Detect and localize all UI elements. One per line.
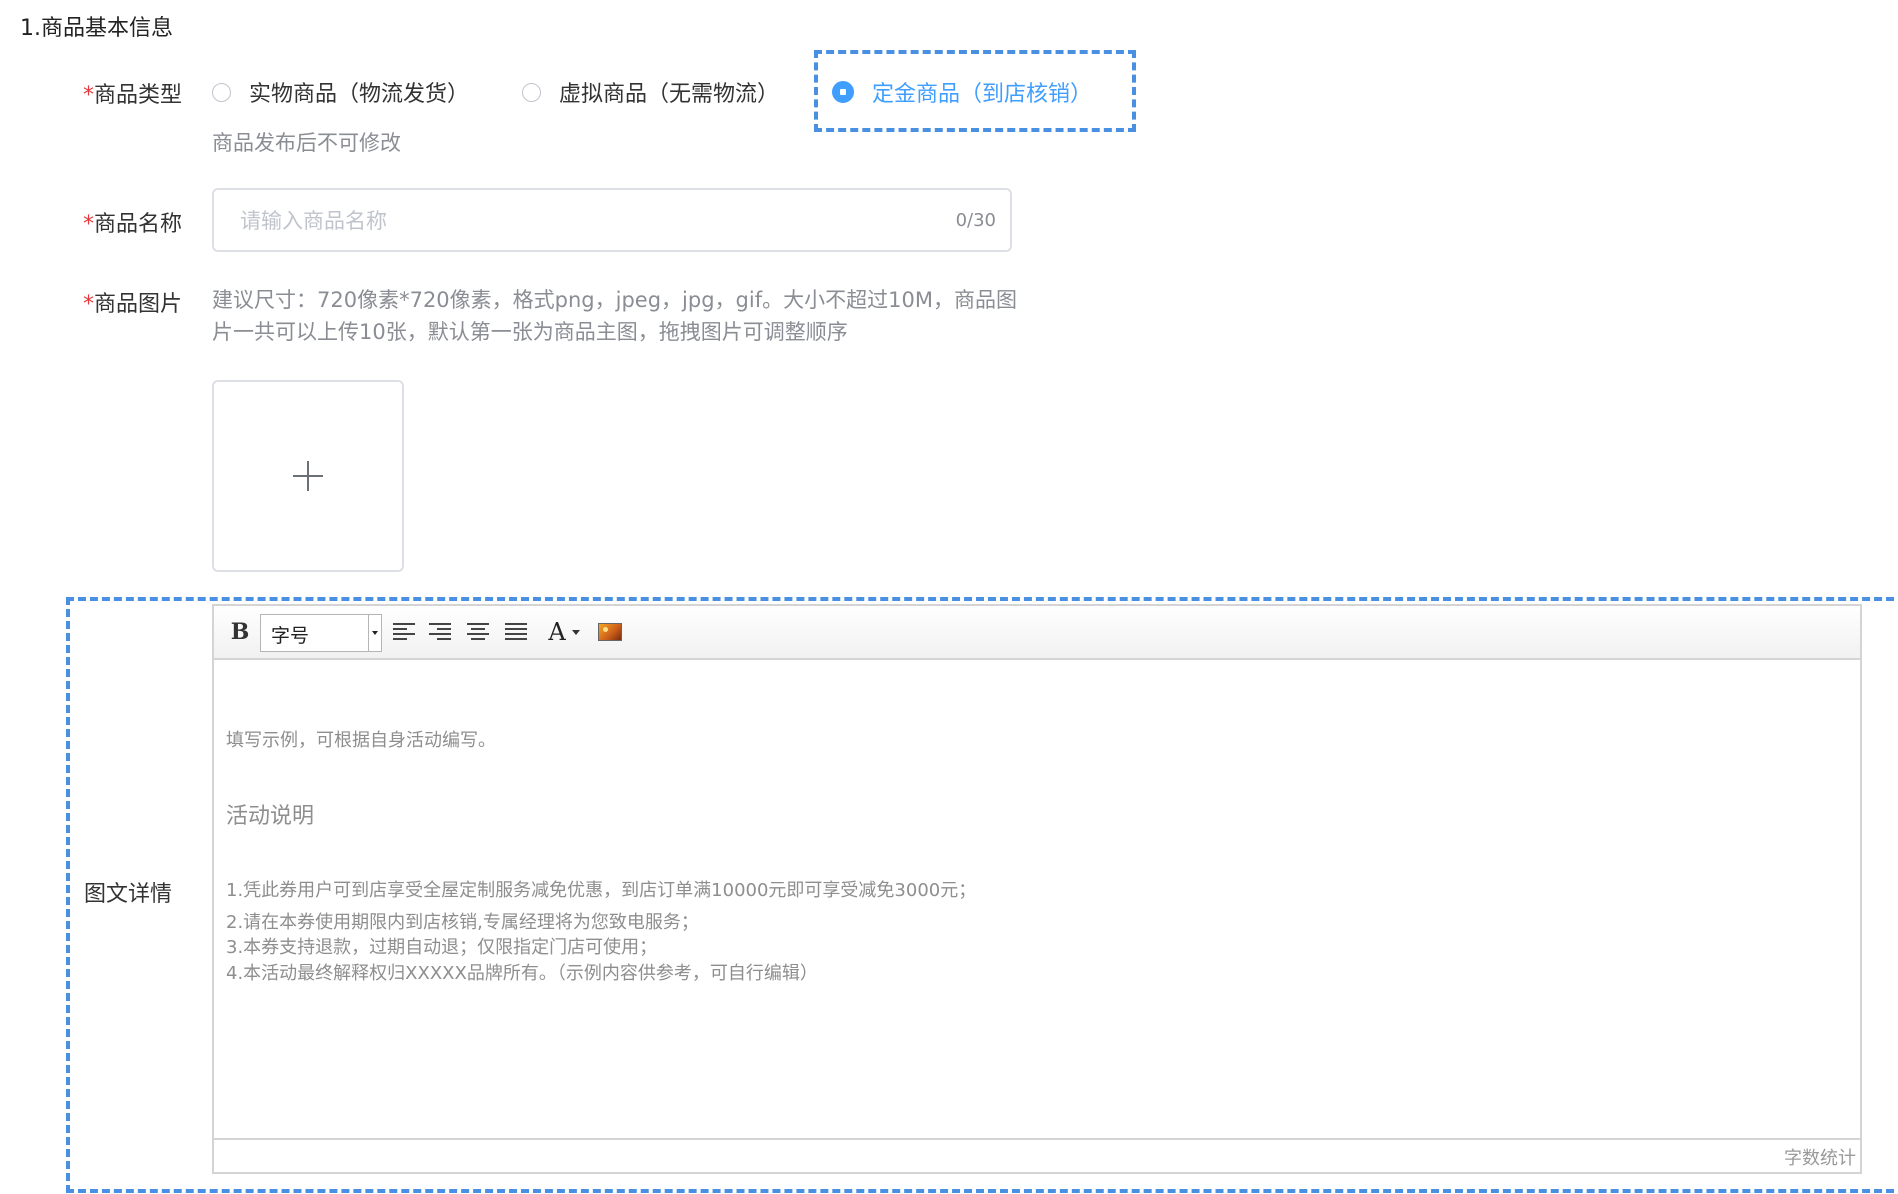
align-right-icon [429, 622, 451, 642]
image-upload-button[interactable] [212, 380, 404, 572]
font-size-select-label: 字号 [271, 625, 310, 647]
bold-icon: B [230, 619, 250, 645]
product-name-input[interactable] [238, 190, 882, 252]
radio-circle-icon [522, 82, 541, 102]
align-left-button[interactable] [390, 617, 418, 647]
editor-intro-text: 填写示例，可根据自身活动编写。 [226, 730, 496, 751]
editor-item: 1.凭此券用户可到店享受全屋定制服务减免优惠，到店订单满10000元即可享受减免… [226, 880, 977, 901]
section-title: 1.商品基本信息 [20, 16, 173, 41]
required-mark: * [83, 212, 94, 237]
radio-checked-icon [832, 81, 854, 103]
align-center-icon [467, 622, 489, 642]
insert-image-icon [598, 623, 622, 641]
radio-physical-goods[interactable]: 实物商品（物流发货） [212, 76, 469, 108]
radio-physical-goods-label: 实物商品（物流发货） [249, 82, 470, 107]
align-left-icon [393, 622, 415, 642]
align-justify-button[interactable] [502, 617, 530, 647]
editor-toolbar: B 字号 A [214, 606, 1860, 660]
editor-item: 4.本活动最终解释权归XXXXX品牌所有。（示例内容供参考，可自行编辑） [226, 963, 818, 984]
required-mark: * [83, 83, 94, 108]
bold-button[interactable]: B [228, 617, 252, 647]
editor-item: 3.本券支持退款，过期自动退；仅限指定门店可使用； [226, 937, 658, 958]
editor-item: 2.请在本券使用期限内到店核销,专属经理将为您致电服务； [226, 912, 699, 933]
product-type-label: *商品类型 [83, 77, 182, 109]
align-right-button[interactable] [426, 617, 454, 647]
align-justify-icon [505, 622, 527, 642]
radio-virtual-goods-label: 虚拟商品（无需物流） [559, 82, 780, 107]
required-mark: * [83, 292, 94, 317]
caret-down-icon [571, 629, 580, 635]
product-images-label-text: 商品图片 [94, 292, 183, 317]
product-type-label-text: 商品类型 [94, 83, 183, 108]
radio-deposit-goods-label: 定金商品（到店核销） [872, 82, 1093, 107]
plus-icon [293, 461, 323, 491]
product-name-label: *商品名称 [83, 206, 182, 238]
radio-deposit-goods[interactable]: 定金商品（到店核销） [832, 76, 1092, 108]
product-name-field[interactable]: 0/30 [212, 188, 1012, 252]
product-type-hint: 商品发布后不可修改 [212, 131, 401, 155]
insert-image-button[interactable] [596, 617, 624, 647]
rich-text-editor: B 字号 A 填写示例，可根据自身活动编写。 活动说明 1.凭此券用户可到店享受… [212, 604, 1862, 1174]
font-color-button[interactable]: A [544, 617, 584, 647]
char-counter: 0/30 [955, 210, 996, 231]
align-center-button[interactable] [464, 617, 492, 647]
product-images-label: *商品图片 [83, 286, 182, 318]
radio-circle-icon [212, 82, 231, 102]
font-color-icon: A [548, 618, 566, 646]
chevron-down-icon [368, 615, 381, 651]
editor-heading: 活动说明 [226, 804, 315, 829]
radio-virtual-goods[interactable]: 虚拟商品（无需物流） [522, 76, 779, 108]
product-name-label-text: 商品名称 [94, 212, 183, 237]
font-size-select[interactable]: 字号 [260, 614, 382, 652]
word-count: 字数统计 [1784, 1148, 1856, 1169]
editor-footer: 字数统计 [214, 1138, 1860, 1172]
product-images-description: 建议尺寸：720像素*720像素，格式png，jpeg，jpg，gif。大小不超… [212, 288, 1017, 344]
detail-label: 图文详情 [84, 882, 173, 907]
